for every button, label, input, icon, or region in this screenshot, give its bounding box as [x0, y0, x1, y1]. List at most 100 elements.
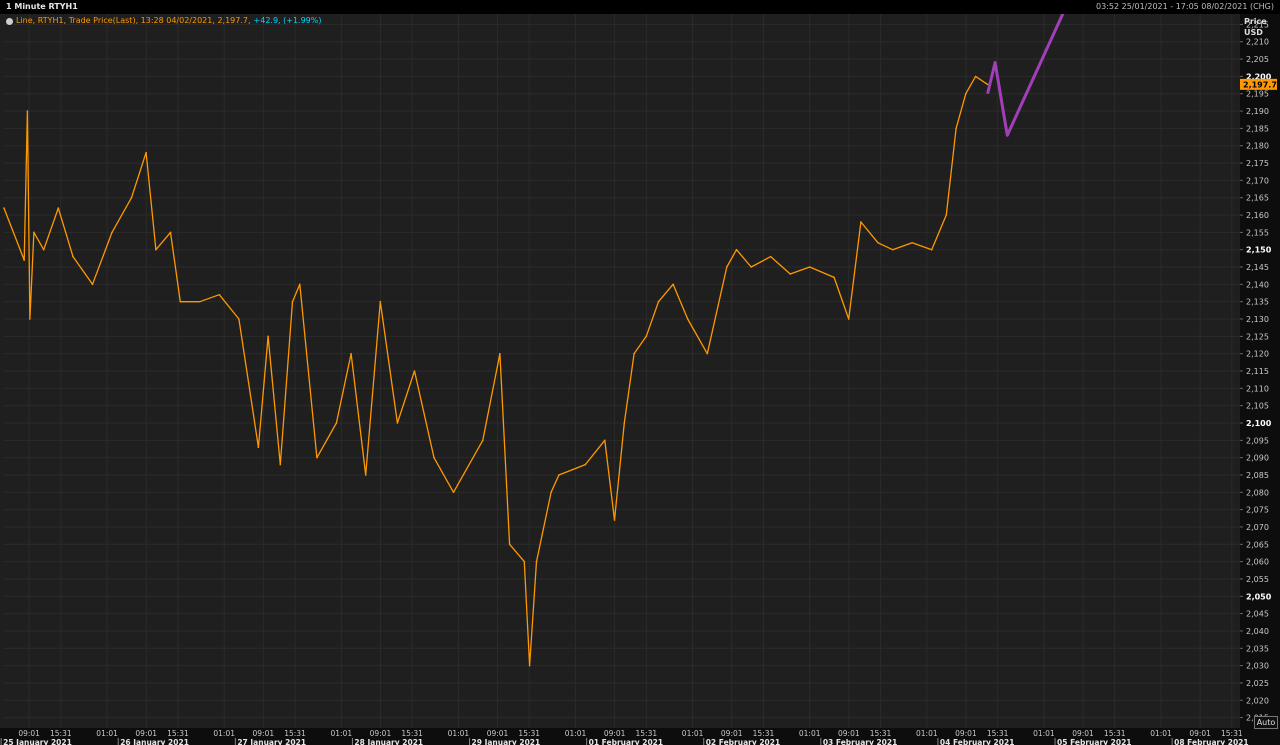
y-tick-label: 2,155 [1246, 228, 1269, 237]
y-tick-label: 2,175 [1246, 159, 1269, 168]
x-tick-label: 15:31 [753, 729, 775, 738]
price-point [584, 463, 587, 466]
x-tick-label: 01:01 [213, 729, 235, 738]
price-axis-title: Price [1244, 17, 1267, 26]
date-label: 05 February 2021 [1057, 738, 1132, 745]
price-point [91, 283, 94, 286]
price-point [750, 266, 752, 268]
price-point [130, 196, 133, 199]
y-tick-label: 2,125 [1246, 332, 1269, 341]
price-chart[interactable]: 2,0152,0202,0252,0302,0352,0402,0452,050… [0, 0, 1280, 745]
x-tick-label: 09:01 [18, 729, 40, 738]
y-tick-label: 2,135 [1246, 298, 1269, 307]
price-point [769, 255, 772, 258]
price-point [930, 248, 933, 251]
x-tick-label: 09:01 [1072, 729, 1094, 738]
price-point [33, 231, 35, 234]
price-point [57, 207, 60, 209]
y-tick-label: 2,105 [1246, 402, 1269, 411]
y-tick-label: 2,170 [1246, 176, 1269, 185]
price-point [877, 241, 879, 244]
y-tick-label: 2,095 [1246, 436, 1269, 445]
y-tick-label: 2,160 [1246, 211, 1269, 220]
current-price-label: 2,197.7 [1243, 80, 1277, 89]
x-tick-label: 09:01 [838, 729, 860, 738]
y-tick-label: 2,045 [1246, 610, 1269, 619]
price-point [725, 266, 728, 268]
price-point [179, 300, 182, 303]
y-tick-label: 2,210 [1246, 38, 1269, 47]
x-tick-label: 09:01 [955, 729, 977, 738]
price-point [860, 221, 862, 223]
price-point [808, 266, 811, 268]
price-point [633, 352, 635, 355]
y-tick-label: 2,145 [1246, 263, 1269, 272]
y-tick-label: 2,020 [1246, 696, 1269, 705]
legend-settings-icon[interactable] [6, 17, 13, 25]
y-tick-label: 2,110 [1246, 384, 1269, 393]
x-tick-label: 15:31 [50, 729, 72, 738]
price-point [623, 422, 626, 424]
y-tick-label: 2,115 [1246, 367, 1269, 376]
x-tick-label: 15:31 [1221, 729, 1243, 738]
x-tick-label: 01:01 [799, 729, 821, 738]
y-tick-label: 2,140 [1246, 280, 1269, 289]
price-point [613, 519, 616, 521]
price-point [257, 446, 260, 449]
auto-scale-button[interactable]: Auto [1254, 716, 1278, 729]
price-point [974, 75, 977, 78]
y-tick-label: 2,055 [1246, 575, 1269, 584]
price-point [111, 231, 113, 234]
price-point [155, 248, 157, 251]
date-label: 29 January 2021 [472, 738, 541, 745]
date-label: 01 February 2021 [589, 738, 664, 745]
y-tick-label: 2,035 [1246, 644, 1269, 653]
price-point [955, 127, 957, 130]
date-label: 02 February 2021 [706, 738, 781, 745]
price-point [3, 207, 5, 209]
y-tick-label: 2,065 [1246, 540, 1269, 549]
price-point [945, 214, 948, 216]
x-tick-label: 15:31 [401, 729, 423, 738]
price-point [23, 259, 25, 261]
price-point [833, 276, 835, 279]
price-point [657, 300, 660, 303]
x-tick-label: 15:31 [518, 729, 540, 738]
x-tick-label: 09:01 [604, 729, 626, 738]
x-tick-label: 01:01 [1150, 729, 1172, 738]
y-tick-label: 2,025 [1246, 679, 1269, 688]
x-tick-label: 15:31 [987, 729, 1009, 738]
price-point [686, 318, 689, 320]
price-point [528, 664, 531, 667]
y-tick-label: 2,150 [1246, 246, 1272, 255]
y-tick-label: 2,075 [1246, 506, 1269, 515]
price-point [350, 352, 352, 355]
x-tick-label: 01:01 [1033, 729, 1055, 738]
price-point [645, 335, 648, 338]
price-point [29, 318, 31, 320]
x-tick-label: 01:01 [96, 729, 118, 738]
y-tick-label: 2,090 [1246, 454, 1269, 463]
y-tick-label: 2,070 [1246, 523, 1269, 532]
y-tick-label: 2,050 [1246, 592, 1272, 601]
y-tick-label: 2,060 [1246, 558, 1269, 567]
price-point [299, 283, 301, 286]
y-tick-label: 2,080 [1246, 488, 1269, 497]
y-tick-label: 2,120 [1246, 350, 1269, 359]
y-tick-label: 2,130 [1246, 315, 1269, 324]
x-tick-label: 09:01 [370, 729, 392, 738]
chart-window: 2,0152,0202,0252,0302,0352,0402,0452,050… [0, 0, 1280, 745]
chart-title: 1 Minute RTYH1 [6, 2, 78, 11]
series-legend[interactable]: Line, RTYH1, Trade Price(Last), 13:28 04… [6, 16, 322, 26]
price-point [218, 293, 221, 296]
x-tick-label: 15:31 [870, 729, 892, 738]
price-point [508, 543, 511, 546]
price-point [523, 560, 526, 563]
price-point [364, 474, 367, 476]
price-point [735, 248, 738, 251]
price-point [413, 370, 416, 372]
x-tick-label: 09:01 [487, 729, 509, 738]
legend-text: Line, RTYH1, Trade Price(Last), 13:28 04… [16, 16, 251, 25]
y-tick-label: 2,100 [1246, 419, 1272, 428]
date-label: 04 February 2021 [940, 738, 1015, 745]
